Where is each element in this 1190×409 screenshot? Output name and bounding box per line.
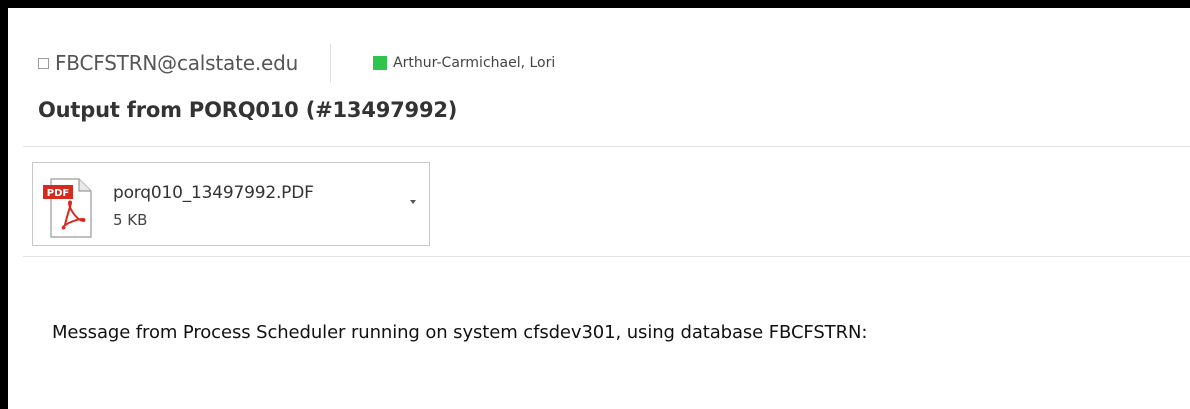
presence-status-icon [373,56,388,70]
attachment-filename: porq010_13497992.PDF [113,183,314,203]
chevron-down-icon[interactable] [407,197,419,207]
header-divider [330,44,332,82]
pdf-badge-label: PDF [47,188,69,199]
attachment-card[interactable]: PDF porq010_13497992.PDF 5 KB [32,162,430,246]
pdf-icon: PDF [43,178,92,238]
divider-line [23,256,1190,257]
sender-email[interactable]: FBCFSTRN@calstate.edu [55,51,298,75]
message-body: Message from Process Scheduler running o… [52,322,868,343]
recipient-name[interactable]: Arthur-Carmichael, Lori [393,55,555,71]
attachment-size: 5 KB [113,211,148,229]
sender-select-checkbox[interactable] [38,57,49,69]
divider-line [23,146,1190,147]
email-subject: Output from PORQ010 (#13497992) [38,98,458,122]
sender-row: FBCFSTRN@calstate.edu Arthur-Carmichael,… [38,44,555,82]
email-reading-pane: FBCFSTRN@calstate.edu Arthur-Carmichael,… [0,0,1190,409]
